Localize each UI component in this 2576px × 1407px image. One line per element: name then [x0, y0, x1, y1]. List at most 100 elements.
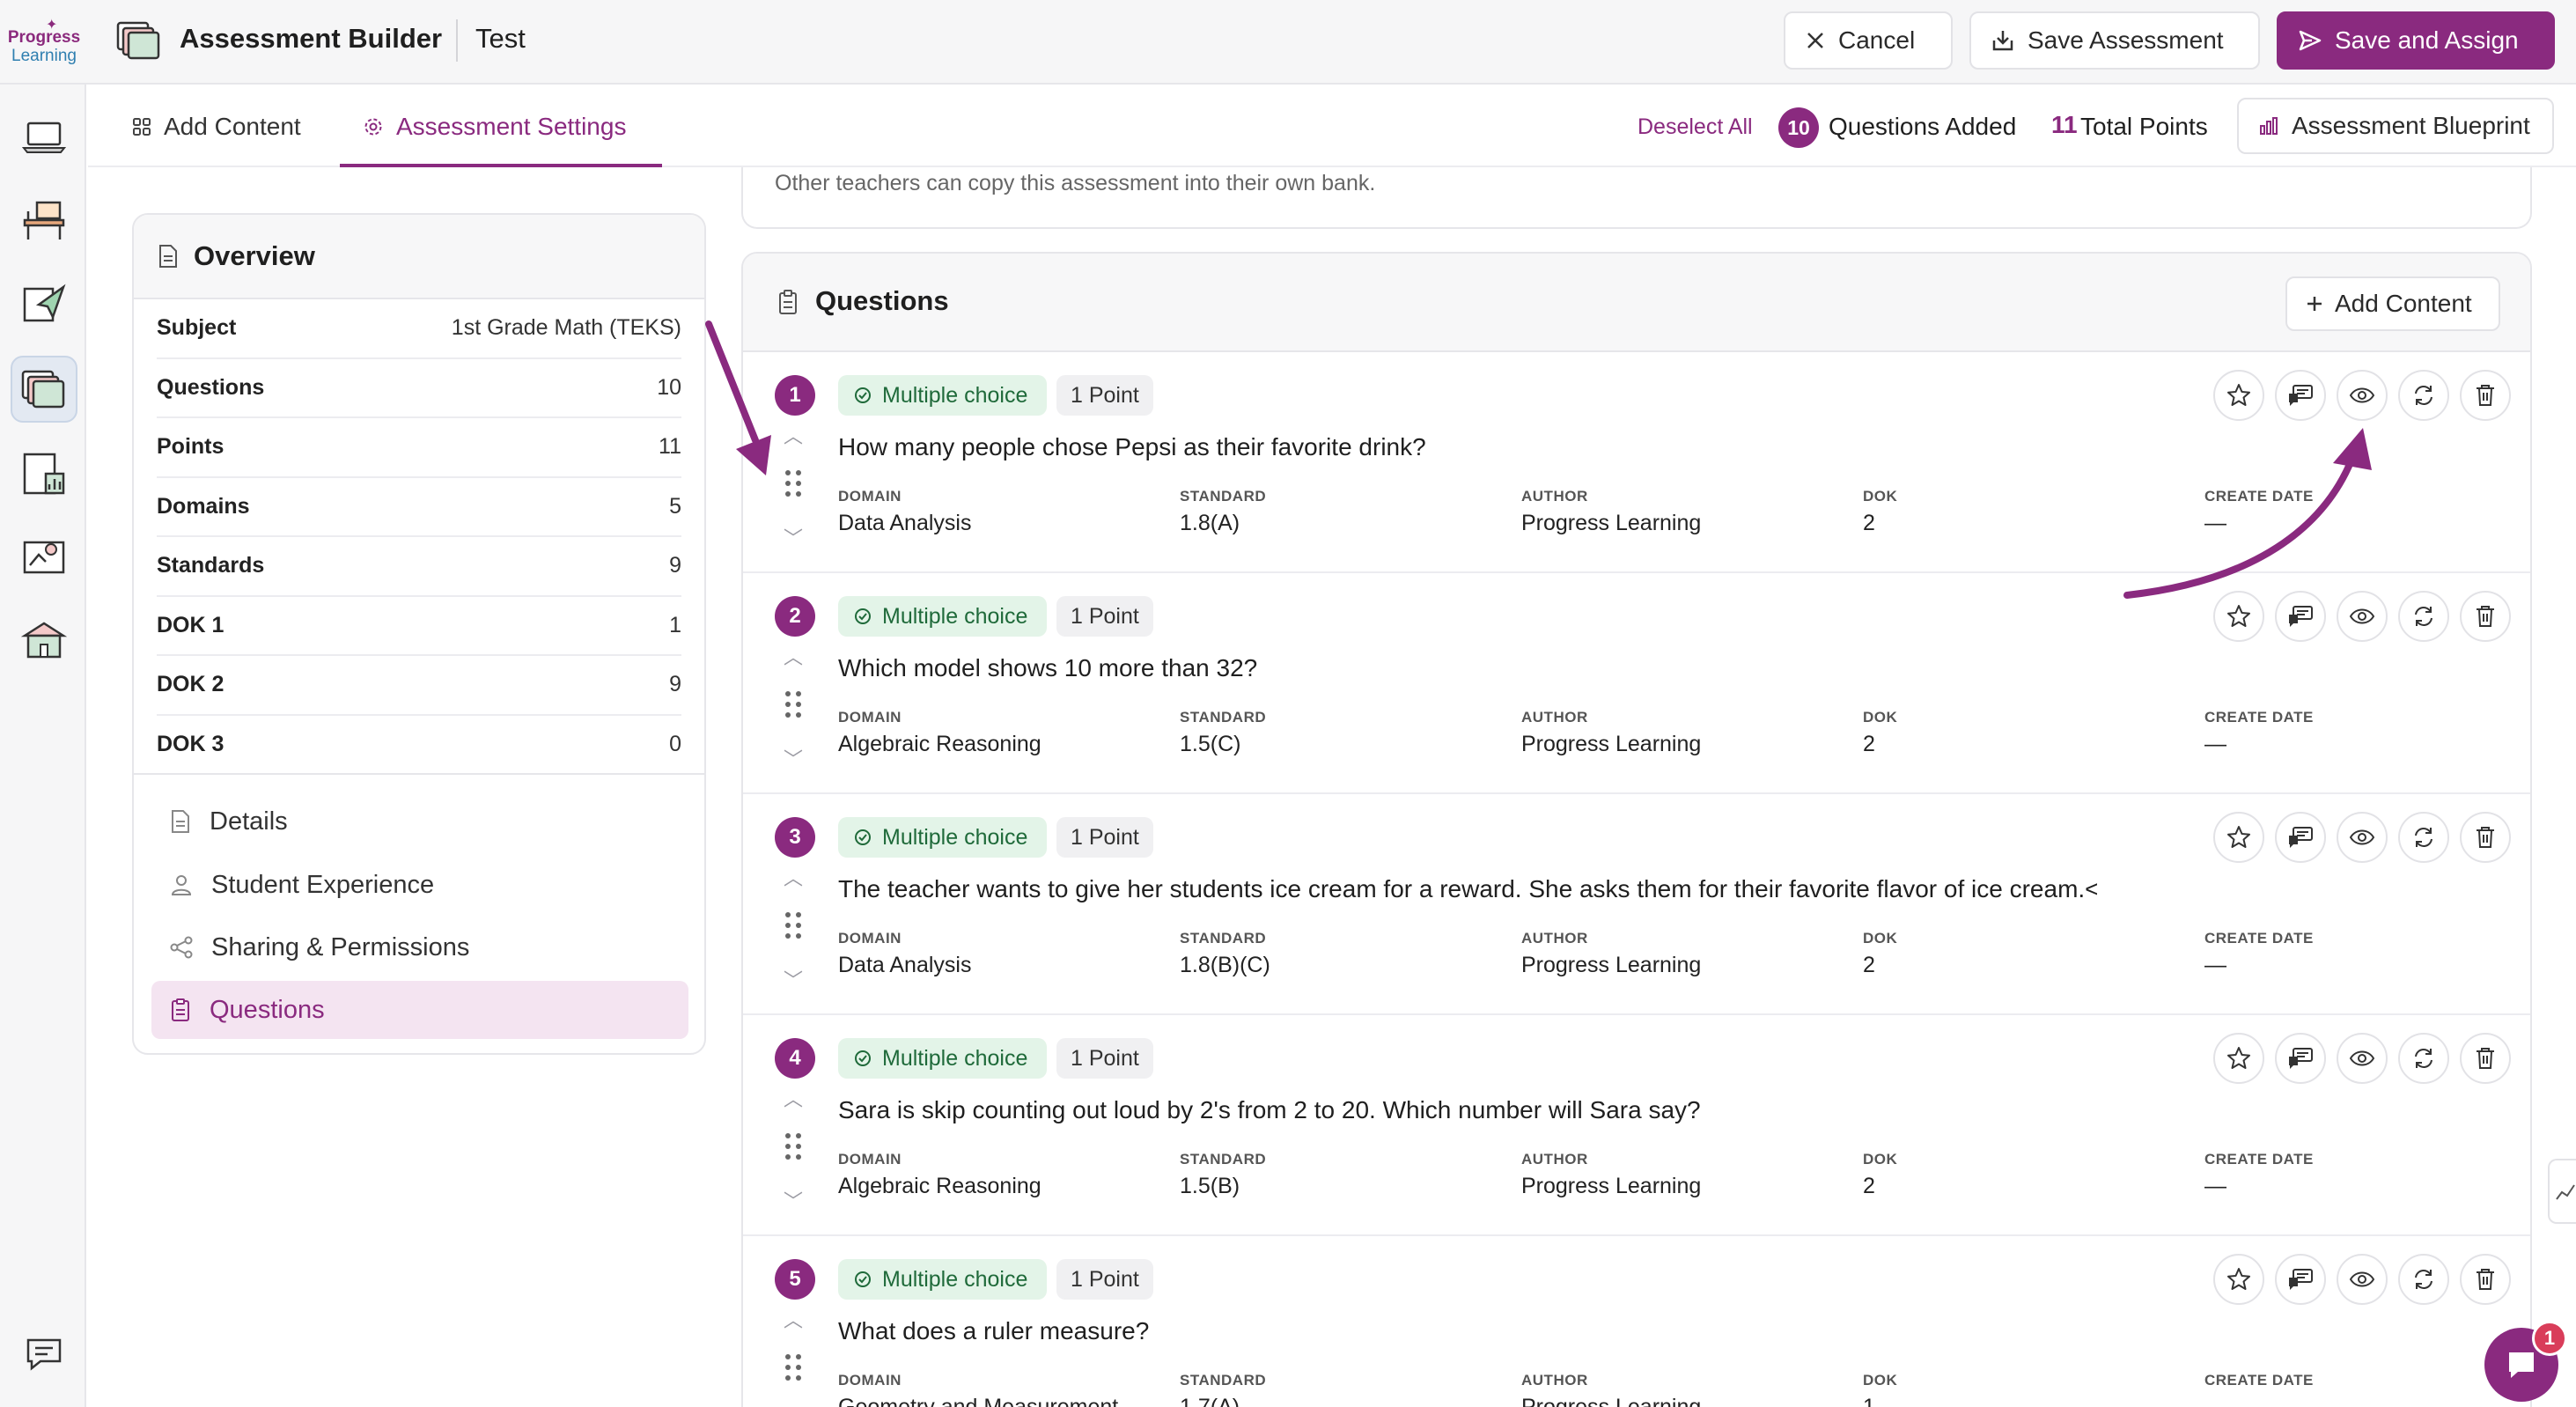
replace-button[interactable]	[2398, 370, 2449, 421]
nav-details[interactable]: Details	[151, 792, 688, 851]
meta-create-date: CREATE DATE —	[2204, 1372, 2314, 1407]
preview-button[interactable]	[2337, 1033, 2388, 1084]
favorite-button[interactable]	[2213, 1033, 2264, 1084]
speech-bubbles-icon	[2289, 385, 2313, 406]
question-row[interactable]: 3 ︿ ﹀ Multiple choice 1 Point The teache…	[743, 794, 2530, 1015]
rail-feedback[interactable]	[11, 1321, 77, 1388]
check-circle-icon	[855, 608, 871, 624]
rail-laptop[interactable]	[11, 104, 77, 171]
meta-create-date: CREATE DATE —	[2204, 930, 2314, 978]
overview-key: Standards	[157, 553, 265, 578]
drag-handle-icon[interactable]	[784, 910, 803, 940]
meta-dok: DOK 2	[1863, 930, 1897, 978]
question-number: 1	[775, 375, 815, 416]
rail-classroom[interactable]	[11, 187, 77, 254]
move-down-icon[interactable]: ﹀	[784, 1186, 803, 1214]
replace-button[interactable]	[2398, 591, 2449, 642]
drag-handle-icon[interactable]	[784, 1352, 803, 1382]
question-actions	[2213, 591, 2511, 642]
meta-domain: DOMAIN Geometry and Measurement	[838, 1372, 1118, 1407]
meta-author: AUTHOR Progress Learning	[1521, 1151, 1701, 1199]
meta-value: —	[2204, 511, 2226, 535]
rail-assessments[interactable]	[11, 356, 77, 423]
feedback-button[interactable]	[2275, 1254, 2326, 1305]
move-up-icon[interactable]: ︿	[784, 421, 803, 449]
move-up-icon[interactable]: ︿	[784, 642, 803, 670]
drag-handle-icon[interactable]	[784, 689, 803, 719]
preview-button[interactable]	[2337, 591, 2388, 642]
delete-button[interactable]	[2460, 1033, 2511, 1084]
speech-bubbles-icon	[2289, 1269, 2313, 1290]
feedback-button[interactable]	[2275, 812, 2326, 863]
logo-line1: Progress	[7, 28, 81, 47]
favorite-button[interactable]	[2213, 370, 2264, 421]
overview-card: Overview Subject 1st Grade Math (TEKS) Qu…	[132, 213, 706, 1055]
save-assessment-button[interactable]: Save Assessment	[1969, 11, 2260, 70]
question-row[interactable]: 1 ︿ ﹀ Multiple choice 1 Point How many p…	[743, 352, 2530, 573]
move-up-icon[interactable]: ︿	[784, 1084, 803, 1112]
gear-icon	[364, 118, 382, 136]
move-down-icon[interactable]: ﹀	[784, 523, 803, 551]
assessment-blueprint-button[interactable]: Assessment Blueprint	[2237, 98, 2554, 154]
replace-button[interactable]	[2398, 1254, 2449, 1305]
move-up-icon[interactable]: ︿	[784, 1305, 803, 1333]
question-type-tag: Multiple choice	[838, 375, 1048, 416]
assessment-name[interactable]: Test	[475, 23, 526, 55]
tab-assessment-settings[interactable]: Assessment Settings	[363, 86, 626, 167]
trash-icon	[2477, 827, 2494, 848]
cancel-button[interactable]: Cancel	[1784, 11, 1953, 70]
meta-label: CREATE DATE	[2204, 488, 2314, 505]
favorite-button[interactable]	[2213, 591, 2264, 642]
question-text: Sara is skip counting out loud by 2's fr…	[838, 1096, 1701, 1123]
preview-button[interactable]	[2337, 1254, 2388, 1305]
nav-sharing-permissions[interactable]: Sharing & Permissions	[151, 918, 688, 976]
favorite-button[interactable]	[2213, 812, 2264, 863]
preview-button[interactable]	[2337, 812, 2388, 863]
move-down-icon[interactable]: ﹀	[784, 965, 803, 993]
rail-teacher-tools[interactable]	[11, 523, 77, 590]
delete-button[interactable]	[2460, 812, 2511, 863]
question-type-tag: Multiple choice	[838, 1259, 1048, 1300]
feedback-button[interactable]	[2275, 591, 2326, 642]
meta-label: STANDARD	[1180, 1372, 1267, 1389]
replace-button[interactable]	[2398, 812, 2449, 863]
questions-panel: Questions Add Content 1 ︿ ﹀ Multiple cho…	[741, 252, 2532, 1407]
question-number: 3	[775, 817, 815, 858]
feedback-button[interactable]	[2275, 1033, 2326, 1084]
add-content-button[interactable]: Add Content	[2285, 276, 2500, 331]
send-icon	[2299, 30, 2322, 51]
rail-assignments[interactable]	[11, 269, 77, 336]
preview-button[interactable]	[2337, 370, 2388, 421]
question-type-tag: Multiple choice	[838, 817, 1048, 858]
meta-label: STANDARD	[1180, 488, 1267, 505]
progress-learning-logo[interactable]: ✦ Progress Learning	[7, 14, 81, 70]
drag-handle-icon[interactable]	[784, 1131, 803, 1161]
overview-key: DOK 3	[157, 731, 224, 756]
move-up-icon[interactable]: ︿	[784, 863, 803, 891]
favorite-button[interactable]	[2213, 1254, 2264, 1305]
delete-button[interactable]	[2460, 370, 2511, 421]
delete-button[interactable]	[2460, 591, 2511, 642]
meta-author: AUTHOR Progress Learning	[1521, 488, 1701, 536]
nav-questions[interactable]: Questions	[151, 981, 688, 1039]
meta-label: CREATE DATE	[2204, 1151, 2314, 1168]
feedback-button[interactable]	[2275, 370, 2326, 421]
nav-student-experience[interactable]: Student Experience	[151, 856, 688, 914]
nav-questions-label: Questions	[210, 995, 325, 1024]
share-icon	[170, 936, 193, 959]
rail-reports[interactable]	[11, 440, 77, 507]
meta-create-date: CREATE DATE —	[2204, 1151, 2314, 1199]
replace-button[interactable]	[2398, 1033, 2449, 1084]
save-and-assign-button[interactable]: Save and Assign	[2277, 11, 2555, 70]
question-row[interactable]: 2 ︿ ﹀ Multiple choice 1 Point Which mode…	[743, 573, 2530, 794]
question-row[interactable]: 5 ︿ Multiple choice 1 Point What does a …	[743, 1236, 2530, 1407]
move-down-icon[interactable]: ﹀	[784, 744, 803, 772]
drag-handle-icon[interactable]	[784, 468, 803, 498]
refresh-icon	[2415, 1270, 2432, 1289]
deselect-all-link[interactable]: Deselect All	[1638, 114, 1753, 140]
rail-school[interactable]	[11, 606, 77, 673]
question-row[interactable]: 4 ︿ ﹀ Multiple choice 1 Point Sara is sk…	[743, 1015, 2530, 1236]
delete-button[interactable]	[2460, 1254, 2511, 1305]
collapse-panel-tab[interactable]	[2548, 1159, 2576, 1224]
tab-add-content[interactable]: Add Content	[132, 86, 301, 167]
